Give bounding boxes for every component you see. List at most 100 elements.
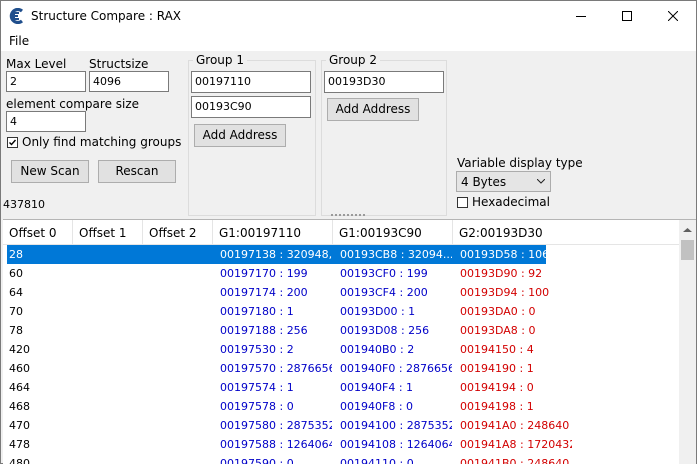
table-cell: 00193D00 : 1 [340,305,416,318]
table-row[interactable]: 60 00197170 : 199 00193CF0 : 199 00193D90 :… [3,264,679,283]
max-level-input[interactable]: 2 [6,71,86,92]
maximize-icon [622,11,632,21]
column-g1-00197110[interactable]: G1:00197110 [213,220,333,244]
table-cell: 00193DA0 : 0 [460,305,536,318]
close-icon [668,11,678,21]
window-title: Structure Compare : RAX [31,9,182,23]
table-cell: 00194194 : 0 [460,381,534,394]
menu-file[interactable]: File [9,34,29,48]
scroll-up-icon[interactable] [683,227,692,233]
table-cell: 00197188 : 256 [220,324,308,337]
table-row[interactable]: 70 00197180 : 1 00193D00 : 1 00193DA0 : 0 [3,302,679,321]
group-1-title: Group 1 [193,53,247,67]
table-cell: 464 [9,381,30,394]
group-1-address-2[interactable]: 00193C90 [191,96,311,118]
table-cell: 00197570 : 2876656 [220,362,332,375]
rescan-button[interactable]: Rescan [98,160,176,183]
table-cell: 00197138 : 320948,... [220,248,332,261]
table-row[interactable]: 28 00197138 : 320948,... 00193CB8 : 32094.… [7,245,572,264]
table-cell: 00193D58 : 10619,... [460,248,572,261]
element-compare-label: element compare size [6,97,140,111]
maximize-button[interactable] [604,1,650,31]
max-level-label: Max Level [6,57,67,71]
table-cell: 28 [9,248,23,261]
table-cell: 78 [9,324,23,337]
structsize-input[interactable]: 4096 [89,71,169,92]
table-row[interactable]: 464 00197574 : 1 001940F4 : 1 00194194 : 0 [3,378,679,397]
table-cell: 00197588 : 1264064 [220,438,332,451]
table-cell: 470 [9,419,30,432]
table-row[interactable]: 468 00197578 : 0 001940F8 : 0 00194198 : 1 [3,397,679,416]
only-matching-label: Only find matching groups [22,135,182,149]
hexadecimal-checkbox[interactable] [457,197,468,208]
only-matching-checkbox[interactable] [7,137,18,148]
table-cell: 001941A0 : 248640 [460,419,570,432]
column-g1-00193c90[interactable]: G1:00193C90 [333,220,453,244]
vertical-scrollbar[interactable] [679,220,696,464]
table-cell: 00193CF0 : 199 [340,267,428,280]
minimize-button[interactable] [558,1,604,31]
table-cell: 70 [9,305,23,318]
settings-panel: Max Level 2 Structsize 4096 element comp… [1,51,696,217]
table-cell: 001940B0 : 2 [340,343,415,356]
results-header: Offset 0 Offset 1 Offset 2 G1:00197110 G… [3,220,679,245]
menu-bar: File [1,31,696,51]
structsize-label: Structsize [89,57,149,71]
table-cell: 00194150 : 4 [460,343,534,356]
minimize-icon [576,16,586,17]
table-row[interactable]: 480 00197590 : 0 00194110 : 0 001941B0 : 24… [3,454,679,464]
table-cell: 00197180 : 1 [220,305,294,318]
results-list: Offset 0 Offset 1 Offset 2 G1:00197110 G… [3,219,696,464]
table-cell: 00197574 : 1 [220,381,294,394]
table-cell: 00193DA8 : 0 [460,324,536,337]
new-scan-button[interactable]: New Scan [11,160,89,183]
column-offset-1[interactable]: Offset 1 [73,220,143,244]
table-cell: 468 [9,400,30,413]
table-row[interactable]: 460 00197570 : 2876656 001940F0 : 2876656 0… [3,359,679,378]
element-compare-input[interactable]: 4 [6,111,86,132]
table-cell: 00193D08 : 256 [340,324,430,337]
table-cell: 001940F4 : 1 [340,381,414,394]
table-cell: 00194108 : 1264064 [340,438,452,451]
table-cell: 00193CF4 : 200 [340,286,428,299]
variable-display-type-value: 4 Bytes [461,175,507,189]
table-cell: 00193D94 : 100 [460,286,550,299]
splitter-handle[interactable] [331,214,365,217]
group-1-address-1[interactable]: 00197110 [191,71,311,93]
table-cell: 60 [9,267,23,280]
group-2-add-address-button[interactable]: Add Address [327,98,419,121]
cheat-engine-icon [9,7,25,25]
table-cell: 00197174 : 200 [220,286,308,299]
chevron-down-icon [537,179,545,184]
table-cell: 460 [9,362,30,375]
close-button[interactable] [650,1,696,31]
column-offset-2[interactable]: Offset 2 [143,220,213,244]
table-cell: 480 [9,457,30,464]
table-cell: 00194190 : 1 [460,362,534,375]
table-cell: 00197578 : 0 [220,400,294,413]
table-cell: 00194100 : 2875352 [340,419,452,432]
table-cell: 00197590 : 0 [220,457,294,464]
group-1-add-address-button[interactable]: Add Address [194,124,286,147]
table-row[interactable]: 64 00197174 : 200 00193CF4 : 200 00193D94 :… [3,283,679,302]
checkmark-icon [9,139,17,146]
table-cell: 478 [9,438,30,451]
table-row[interactable]: 420 00197530 : 2 001940B0 : 2 00194150 : 4 [3,340,679,359]
table-cell: 001941A8 : 1720432 [460,438,572,451]
table-cell: 00197170 : 199 [220,267,308,280]
group-2-address-1[interactable]: 00193D30 [324,71,444,93]
variable-display-type-select[interactable]: 4 Bytes [456,171,551,192]
table-row[interactable]: 78 00197188 : 256 00193D08 : 256 00193DA8 :… [3,321,679,340]
scrollbar-thumb[interactable] [681,240,694,260]
hexadecimal-label: Hexadecimal [472,195,550,209]
variable-display-type-label: Variable display type [457,156,583,170]
table-row[interactable]: 470 00197580 : 2875352 00194100 : 2875352 0… [3,416,679,435]
table-cell: 420 [9,343,30,356]
column-g2-00193d30[interactable]: G2:00193D30 [453,220,573,244]
table-cell: 001940F0 : 2876656 [340,362,452,375]
group-2-title: Group 2 [326,53,380,67]
table-row[interactable]: 478 00197588 : 1264064 00194108 : 1264064 0… [3,435,679,454]
column-offset-0[interactable]: Offset 0 [3,220,73,244]
title-bar[interactable]: Structure Compare : RAX [1,1,696,31]
table-cell: 00197530 : 2 [220,343,294,356]
